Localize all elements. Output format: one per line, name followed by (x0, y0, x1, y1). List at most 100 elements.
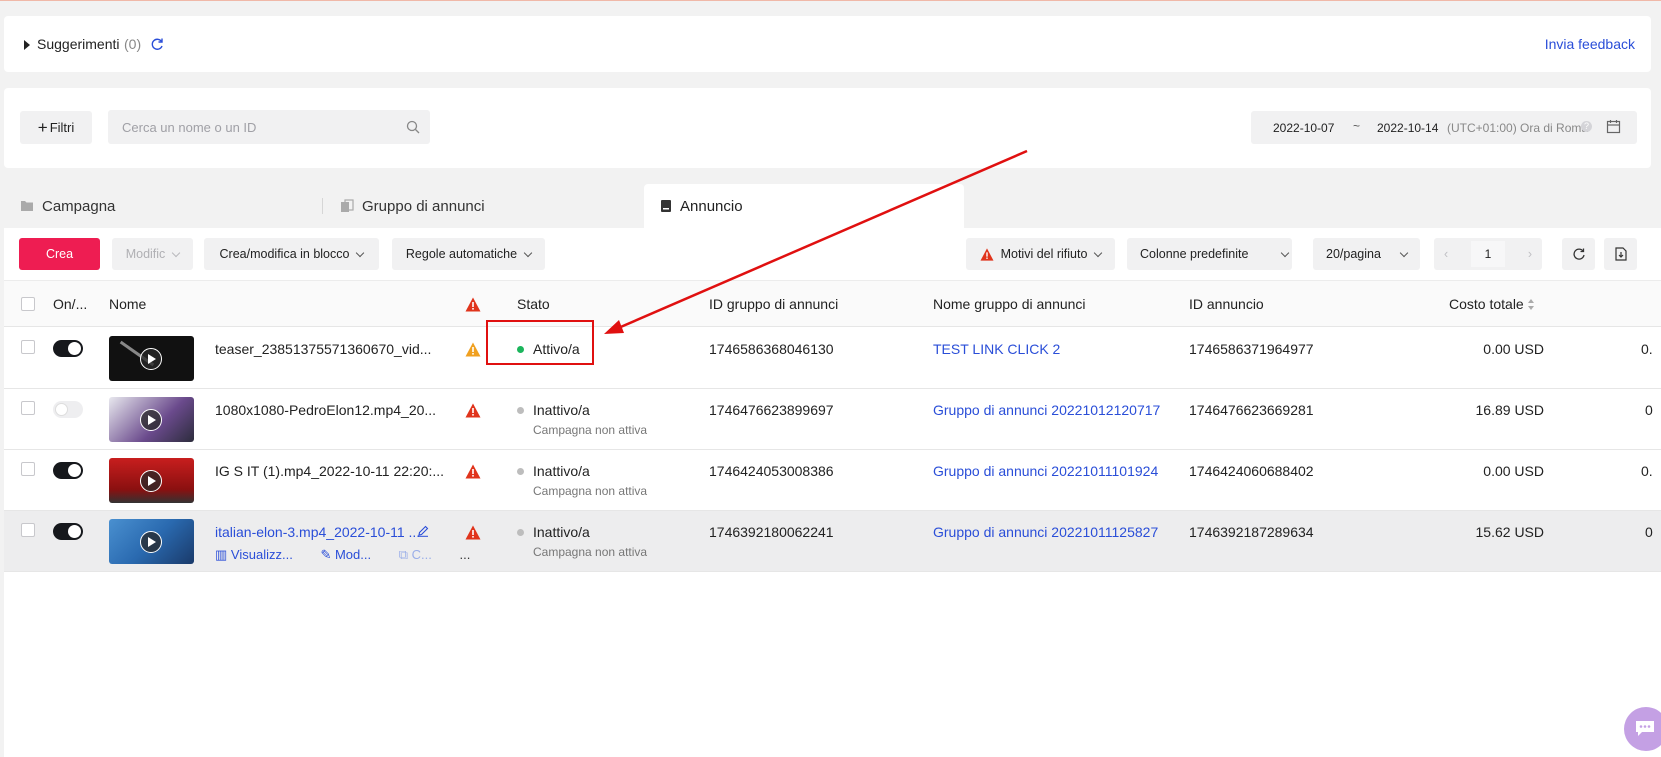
header-adgroup-name[interactable]: Nome gruppo di annunci (933, 296, 1086, 312)
top-accent-line (0, 0, 1661, 1)
warning-icon[interactable] (465, 403, 481, 418)
row-checkbox[interactable] (21, 340, 35, 354)
status-toggle[interactable] (53, 523, 83, 540)
tab-campagna[interactable]: Campagna (20, 184, 320, 228)
filter-bar: + Filtri Cerca un nome o un ID 2022-10-0… (4, 88, 1651, 168)
date-range-picker[interactable]: 2022-10-07 ~ 2022-10-14 (UTC+01:00) Ora … (1251, 111, 1637, 144)
export-icon (1614, 247, 1627, 261)
status-toggle[interactable] (53, 462, 83, 479)
adgroup-name-link[interactable]: Gruppo di annunci 20221011101924 (933, 463, 1158, 479)
warning-icon[interactable] (465, 342, 481, 357)
ad-id: 1746586371964977 (1189, 341, 1314, 357)
status-subtext: Campagna non attiva (533, 545, 648, 559)
ad-name[interactable]: IG S IT (1).mp4_2022-10-11 22:20:... (215, 463, 444, 479)
chevron-down-icon (523, 248, 533, 257)
page-size-dropdown[interactable]: 20/pagina (1313, 238, 1420, 270)
tab-label: Annuncio (680, 197, 743, 215)
chevron-down-icon (1281, 248, 1290, 257)
ad-name[interactable]: 1080x1080-PedroElon12.mp4_20... (215, 402, 436, 418)
truncated-value: 0 (1645, 402, 1653, 418)
automatic-rules-dropdown[interactable]: Regole automatiche (392, 238, 545, 270)
play-icon[interactable] (140, 348, 162, 370)
suggestions-count: (0) (124, 36, 142, 52)
row-checkbox[interactable] (21, 523, 35, 537)
table-row[interactable]: italian-elon-3.mp4_2022-10-11 ... ▥ Visu… (4, 511, 1661, 572)
rejection-label: Motivi del rifiuto (1000, 247, 1088, 261)
status-toggle[interactable] (53, 401, 83, 418)
rules-label: Regole automatiche (405, 247, 518, 261)
refresh-icon[interactable] (149, 36, 165, 52)
play-icon[interactable] (140, 470, 162, 492)
play-icon[interactable] (140, 409, 162, 431)
prev-page-button[interactable]: ‹ (1444, 247, 1448, 261)
video-thumbnail[interactable] (109, 519, 194, 564)
warning-icon[interactable] (465, 525, 481, 540)
sort-icon[interactable] (1527, 298, 1535, 311)
row-checkbox[interactable] (21, 462, 35, 476)
plus-icon: + (37, 117, 48, 137)
video-thumbnail[interactable] (109, 397, 194, 442)
chat-support-button[interactable] (1624, 707, 1661, 751)
next-page-button[interactable]: › (1528, 247, 1532, 261)
total-cost: 0.00 USD (1483, 341, 1544, 357)
adgroup-name-link[interactable]: Gruppo di annunci 20221011125827 (933, 524, 1158, 540)
select-all-checkbox[interactable] (21, 297, 35, 311)
adgroup-icon (340, 199, 354, 213)
date-start: 2022-10-07 (1273, 121, 1335, 135)
play-icon[interactable] (140, 531, 162, 553)
header-ad-id[interactable]: ID annuncio (1189, 296, 1264, 312)
edit-name-icon[interactable] (417, 525, 429, 537)
search-placeholder: Cerca un nome o un ID (122, 120, 257, 135)
table-row[interactable]: teaser_23851375571360670_vid... Attivo/a… (4, 328, 1661, 389)
suggestions-title[interactable]: Suggerimenti (37, 36, 120, 52)
status-subtext: Campagna non attiva (533, 484, 648, 498)
status-text: Inattivo/a (533, 524, 590, 540)
help-icon[interactable]: ? (1581, 121, 1592, 132)
header-total-cost[interactable]: Costo totale (1449, 296, 1524, 312)
bulk-edit-dropdown[interactable]: Crea/modifica in blocco (204, 238, 379, 270)
expand-caret-icon[interactable] (24, 40, 30, 50)
ad-name-link[interactable]: italian-elon-3.mp4_2022-10-11 ... (215, 524, 420, 540)
status-subtext: Campagna non attiva (533, 423, 648, 437)
status-dot (517, 407, 524, 414)
filters-button[interactable]: + Filtri (20, 111, 92, 144)
toggle-knob (68, 464, 81, 477)
toggle-knob (55, 403, 68, 416)
header-status[interactable]: Stato (517, 296, 550, 312)
row-checkbox[interactable] (21, 401, 35, 415)
header-name[interactable]: Nome (109, 296, 146, 312)
ad-id: 1746424060688402 (1189, 463, 1314, 479)
more-actions[interactable]: ... (459, 547, 470, 562)
tab-gruppo-di-annunci[interactable]: Gruppo di annunci (340, 184, 640, 228)
adgroup-name-link[interactable]: TEST LINK CLICK 2 (933, 341, 1060, 357)
rejection-reasons-dropdown[interactable]: Motivi del rifiuto (966, 238, 1115, 270)
search-input[interactable]: Cerca un nome o un ID (108, 110, 430, 144)
refresh-icon (1572, 248, 1585, 260)
video-thumbnail[interactable] (109, 336, 194, 381)
suggestions-panel: Suggerimenti (0) Invia feedback (4, 16, 1651, 72)
video-thumbnail[interactable] (109, 458, 194, 503)
refresh-table-button[interactable] (1562, 238, 1595, 270)
warning-icon[interactable] (465, 464, 481, 479)
columns-dropdown[interactable]: Colonne predefinite (1127, 238, 1292, 270)
edit-dropdown[interactable]: Modific (112, 238, 193, 270)
create-button[interactable]: Crea (19, 238, 100, 270)
table-row[interactable]: 1080x1080-PedroElon12.mp4_20... Inattivo… (4, 389, 1661, 450)
total-cost: 16.89 USD (1475, 402, 1544, 418)
header-adgroup-id[interactable]: ID gruppo di annunci (709, 296, 838, 312)
ad-name[interactable]: teaser_23851375571360670_vid... (215, 341, 431, 357)
tab-annuncio[interactable]: Annuncio (644, 184, 964, 228)
view-data-action[interactable]: ▥ Visualizz... (215, 547, 305, 562)
export-button[interactable] (1604, 238, 1637, 270)
search-icon (406, 120, 420, 134)
send-feedback-link[interactable]: Invia feedback (1545, 36, 1635, 52)
page-number-input[interactable]: 1 (1470, 241, 1506, 267)
status-toggle[interactable] (53, 340, 83, 357)
calendar-icon[interactable] (1606, 119, 1621, 134)
adgroup-name-link[interactable]: Gruppo di annunci 20221012120717 (933, 402, 1160, 418)
level-tabs: Campagna Gruppo di annunci Annuncio (0, 184, 1661, 228)
copy-action[interactable]: ⧉ C... (399, 547, 444, 562)
edit-action[interactable]: ✎ Mod... (320, 547, 383, 562)
table-row[interactable]: IG S IT (1).mp4_2022-10-11 22:20:... Ina… (4, 450, 1661, 511)
ad-icon (660, 199, 672, 213)
